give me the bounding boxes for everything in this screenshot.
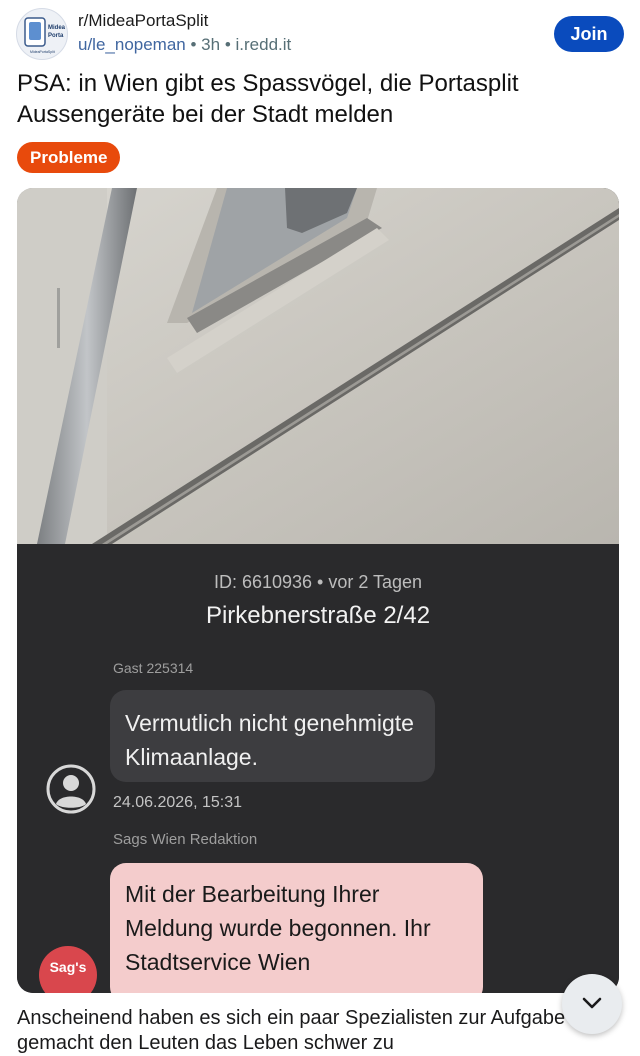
byline-separator: •	[220, 35, 236, 54]
post-age: 3h	[201, 35, 221, 54]
avatar-text-1: Midea	[48, 25, 66, 31]
post-byline: u/le_nopeman • 3h • i.redd.it	[78, 34, 291, 56]
subreddit-name[interactable]: r/MideaPortaSplit	[78, 10, 291, 32]
byline-separator: •	[185, 35, 202, 54]
message-timestamp: 24.06.2026, 15:31	[113, 794, 243, 811]
expand-button[interactable]	[562, 974, 622, 1034]
chevron-down-icon	[582, 997, 602, 1008]
message-sender-guest: Gast 225314	[113, 660, 194, 676]
message-sender-city: Sags Wien Redaktion	[113, 831, 258, 848]
post-header: Midea Porta MideaPortaSplit r/MideaPorta…	[16, 8, 624, 60]
message-bubble-city: Mit der Bearbeitung Ihrer Meldung wurde …	[110, 863, 483, 993]
user-circle-icon	[46, 764, 96, 814]
post-title[interactable]: PSA: in Wien gibt es Spassvögel, die Por…	[17, 68, 617, 130]
avatar-text-2: Porta	[48, 33, 64, 39]
report-id-date: ID: 6610936 • vor 2 Tagen	[213, 572, 423, 592]
sags-wien-badge: Sag's	[39, 946, 97, 993]
report-address: Pirkebnerstraße 2/42	[205, 602, 431, 629]
message-bubble-guest: Vermutlich nicht genehmigte Klimaanlage.	[110, 690, 435, 782]
subreddit-avatar[interactable]: Midea Porta MideaPortaSplit	[16, 8, 68, 60]
post-image[interactable]: ID: 6610936 • vor 2 Tagen Pirkebnerstraß…	[17, 188, 619, 993]
building-photo	[17, 188, 619, 544]
author-link[interactable]: u/le_nopeman	[78, 35, 186, 54]
join-button[interactable]: Join	[554, 16, 624, 52]
report-app-screenshot: ID: 6610936 • vor 2 Tagen Pirkebnerstraß…	[17, 544, 619, 993]
post-domain[interactable]: i.redd.it	[236, 35, 292, 54]
avatar-text-3: MideaPortaSplit	[30, 50, 55, 54]
post-flair[interactable]: Probleme	[17, 142, 121, 173]
post-body-preview[interactable]: Anscheinend haben es sich ein paar Spezi…	[17, 1006, 577, 1056]
